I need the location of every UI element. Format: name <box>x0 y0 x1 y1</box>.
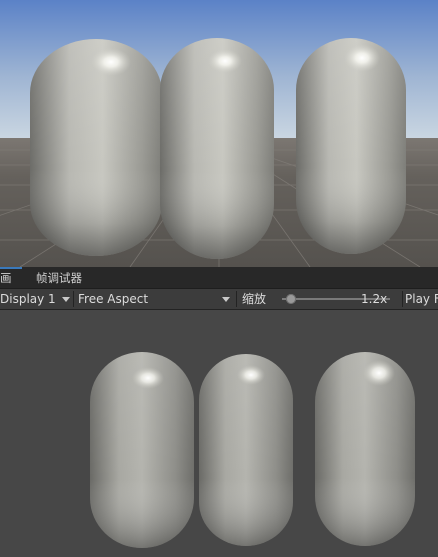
tab-frame-debugger[interactable]: 帧调试器 <box>36 267 82 288</box>
scene-viewport[interactable] <box>0 0 438 267</box>
slider-thumb-icon[interactable] <box>285 294 296 304</box>
capsule-middle <box>160 38 274 259</box>
game-view-toolbar: Display 1 Free Aspect 缩放 1.2x Play F <box>0 289 438 310</box>
play-mode-dropdown[interactable]: Play F <box>402 289 438 309</box>
capsule-left <box>90 352 194 548</box>
game-viewport[interactable] <box>0 310 438 557</box>
play-mode-label: Play F <box>405 292 438 306</box>
scale-control: 缩放 1.2x <box>236 289 402 309</box>
aspect-dropdown-label: Free Aspect <box>78 292 149 306</box>
scale-label: 缩放 <box>242 292 267 306</box>
dropdown-arrow-icon <box>222 297 230 302</box>
capsule-middle <box>199 354 293 546</box>
aspect-dropdown[interactable]: Free Aspect <box>74 289 234 309</box>
capsule-right <box>315 352 415 546</box>
dropdown-arrow-icon <box>62 297 70 302</box>
scale-value: 1.2x <box>361 292 388 306</box>
display-dropdown-label: Display 1 <box>0 292 56 306</box>
window-tab-bar: 画 帧调试器 <box>0 267 438 289</box>
capsule-right <box>296 38 406 254</box>
display-dropdown[interactable]: Display 1 <box>0 289 73 309</box>
capsule-left <box>30 39 162 256</box>
tab-game[interactable]: 画 <box>0 267 22 290</box>
